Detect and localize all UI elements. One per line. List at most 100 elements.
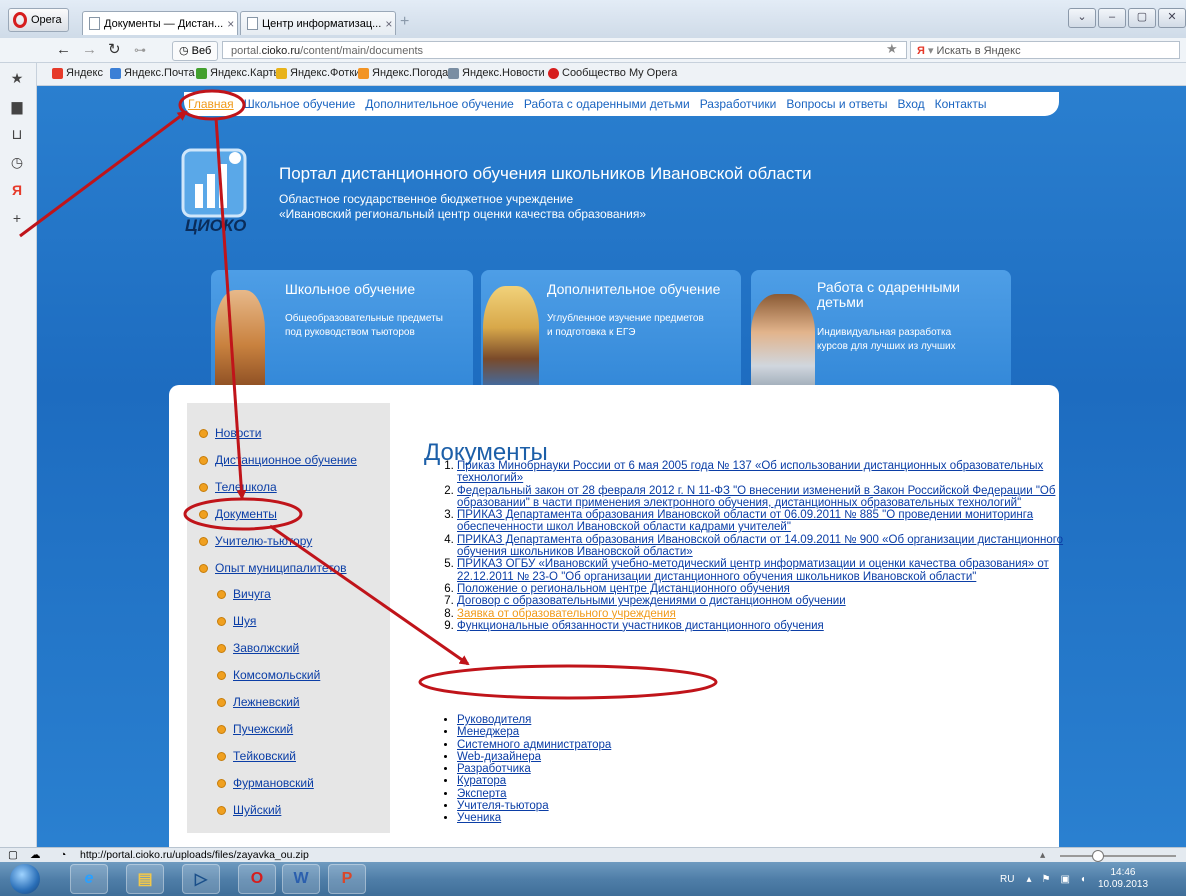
close-window-button[interactable]: ✕ bbox=[1158, 8, 1186, 28]
downloads-icon[interactable]: ⊔ bbox=[8, 125, 26, 143]
bookmarks-star-icon[interactable]: ★ bbox=[8, 69, 26, 87]
ie-taskbar-icon[interactable]: e bbox=[70, 864, 108, 894]
menu-faq-link[interactable]: Вопросы и ответы bbox=[786, 97, 887, 111]
document-link[interactable]: Федеральный закон от 28 февраля 2012 г. … bbox=[457, 485, 1055, 509]
nav-link[interactable]: Комсомольский bbox=[233, 668, 320, 682]
tab-cioko[interactable]: Центр информатизац... × bbox=[240, 11, 396, 35]
document-link[interactable]: ПРИКАЗ ОГБУ «Ивановский учебно-методичес… bbox=[457, 558, 1049, 582]
nav-item-news[interactable]: Новости bbox=[199, 426, 261, 440]
bookmark-yandex-photos[interactable]: Яндекс.Фотки bbox=[276, 67, 360, 79]
role-link[interactable]: Менеджера bbox=[457, 726, 519, 738]
nav-subitem[interactable]: Тейковский bbox=[217, 749, 296, 763]
nav-link[interactable]: Учителю-тьютору bbox=[215, 534, 312, 548]
nav-link[interactable]: Дистанционное обучение bbox=[215, 453, 357, 467]
bookmark-yandex-maps[interactable]: Яндекс.Карты bbox=[196, 67, 281, 79]
bookmark-yandex-weather[interactable]: Яндекс.Погода bbox=[358, 67, 448, 79]
bookmark-yandex-mail[interactable]: Яндекс.Почта bbox=[110, 67, 195, 79]
site-info-button[interactable]: ◷ Веб bbox=[172, 41, 219, 61]
panel-toggle-icon[interactable]: ▢ bbox=[8, 848, 18, 863]
document-link[interactable]: Положение о региональном центре Дистанци… bbox=[457, 583, 790, 595]
promo-gifted[interactable]: Работа с одаренными детьми Индивидуальная… bbox=[751, 270, 1011, 390]
close-tab-icon[interactable]: × bbox=[227, 17, 234, 31]
add-panel-icon[interactable]: + bbox=[8, 209, 26, 227]
promo-school[interactable]: Школьное обучение Общеобразовательные пр… bbox=[211, 270, 473, 390]
nav-link[interactable]: Документы bbox=[215, 507, 277, 521]
menu-developers-link[interactable]: Разработчики bbox=[700, 97, 777, 111]
nav-link[interactable]: Заволжский bbox=[233, 641, 299, 655]
nav-subitem[interactable]: Шуйский bbox=[217, 803, 281, 817]
menu-additional-link[interactable]: Дополнительное обучение bbox=[365, 97, 514, 111]
opera-menu-button[interactable]: Opera bbox=[8, 8, 69, 32]
nav-item-documents[interactable]: Документы bbox=[199, 507, 277, 521]
back-arrow-icon[interactable]: ← bbox=[56, 41, 71, 59]
flag-icon[interactable]: ⚑ bbox=[1041, 874, 1050, 885]
document-link[interactable]: Приказ Минобрнауки России от 6 мая 2005 … bbox=[457, 460, 1043, 484]
start-button[interactable] bbox=[10, 864, 40, 894]
nav-link[interactable]: Лежневский bbox=[233, 695, 300, 709]
role-link[interactable]: Ученика bbox=[457, 812, 501, 824]
nav-subitem[interactable]: Заволжский bbox=[217, 641, 299, 655]
url-field[interactable]: portal.cioko.ru/content/main/documents bbox=[222, 41, 907, 59]
document-link[interactable]: ПРИКАЗ Департамента образования Ивановск… bbox=[457, 534, 1063, 558]
zoom-toggle-icon[interactable]: ▴ bbox=[1040, 848, 1045, 863]
language-indicator[interactable]: RU bbox=[1000, 874, 1014, 885]
clock[interactable]: 14:46 10.09.2013 bbox=[1098, 867, 1148, 891]
key-icon[interactable]: ⊶ bbox=[134, 41, 146, 59]
nav-subitem[interactable]: Пучежский bbox=[217, 722, 293, 736]
forward-arrow-icon[interactable]: → bbox=[82, 41, 97, 59]
volume-icon[interactable]: ◖ bbox=[1080, 874, 1086, 885]
nav-subitem[interactable]: Шуя bbox=[217, 614, 256, 628]
opera-taskbar-icon[interactable]: O bbox=[238, 864, 276, 894]
nav-subitem[interactable]: Лежневский bbox=[217, 695, 300, 709]
zoom-slider[interactable] bbox=[1060, 855, 1176, 857]
menu-home-link[interactable]: Главная bbox=[188, 97, 234, 111]
menu-gifted-link[interactable]: Работа с одаренными детьми bbox=[524, 97, 690, 111]
new-tab-button[interactable]: + bbox=[400, 14, 418, 30]
close-tab-icon[interactable]: × bbox=[385, 17, 392, 31]
role-link[interactable]: Разработчика bbox=[457, 763, 531, 775]
maximize-button[interactable]: ▢ bbox=[1128, 8, 1156, 28]
zoom-slider-handle[interactable] bbox=[1092, 850, 1104, 862]
tab-menu-button[interactable]: ⌄ bbox=[1068, 8, 1096, 28]
minimize-button[interactable]: – bbox=[1098, 8, 1126, 28]
nav-item-municipal[interactable]: Опыт муниципалитетов bbox=[199, 561, 347, 575]
nav-subitem[interactable]: Вичуга bbox=[217, 587, 271, 601]
menu-login-link[interactable]: Вход bbox=[897, 97, 924, 111]
tray-expand-icon[interactable]: ▴ bbox=[1026, 874, 1031, 885]
nav-subitem[interactable]: Фурмановский bbox=[217, 776, 314, 790]
search-field[interactable]: Я ▾ Искать в Яндекс bbox=[910, 41, 1180, 59]
document-link[interactable]: ПРИКАЗ Департамента образования Ивановск… bbox=[457, 509, 1033, 533]
speed-dial-icon[interactable]: ◔ bbox=[60, 848, 66, 863]
word-taskbar-icon[interactable]: W bbox=[282, 864, 320, 894]
nav-link[interactable]: Новости bbox=[215, 426, 261, 440]
menu-school-link[interactable]: Школьное обучение bbox=[244, 97, 356, 111]
cloud-icon[interactable]: ☁ bbox=[30, 848, 41, 863]
nav-link[interactable]: Тейковский bbox=[233, 749, 296, 763]
role-link[interactable]: Системного администратора bbox=[457, 739, 611, 751]
document-link[interactable]: Договор с образовательными учреждениями … bbox=[457, 595, 846, 607]
explorer-folder-icon[interactable]: ▤ bbox=[126, 864, 164, 894]
bookmark-yandex[interactable]: Яндекс bbox=[52, 67, 103, 79]
promo-additional[interactable]: Дополнительное обучение Углубленное изуч… bbox=[481, 270, 741, 390]
role-link[interactable]: Учителя-тьютора bbox=[457, 800, 549, 812]
history-clock-icon[interactable]: ◷ bbox=[8, 153, 26, 171]
menu-contacts-link[interactable]: Контакты bbox=[935, 97, 987, 111]
nav-link[interactable]: Фурмановский bbox=[233, 776, 314, 790]
site-logo[interactable]: ЦИОКО bbox=[175, 144, 263, 244]
document-link[interactable]: Функциональные обязанности участников ди… bbox=[457, 620, 824, 632]
powerpoint-taskbar-icon[interactable]: P bbox=[328, 864, 366, 894]
tab-documents[interactable]: Документы — Дистан... × bbox=[82, 11, 238, 35]
nav-item-teleschool[interactable]: Телешкола bbox=[199, 480, 277, 494]
nav-item-tutor[interactable]: Учителю-тьютору bbox=[199, 534, 312, 548]
role-link[interactable]: Куратора bbox=[457, 775, 506, 787]
nav-link[interactable]: Шуя bbox=[233, 614, 256, 628]
network-icon[interactable]: ▣ bbox=[1060, 874, 1069, 885]
notes-icon[interactable]: ▆ bbox=[8, 97, 26, 115]
nav-subitem[interactable]: Комсомольский bbox=[217, 668, 320, 682]
role-link[interactable]: Эксперта bbox=[457, 788, 506, 800]
role-link[interactable]: Руководителя bbox=[457, 714, 531, 726]
nav-link[interactable]: Пучежский bbox=[233, 722, 293, 736]
nav-link[interactable]: Опыт муниципалитетов bbox=[215, 561, 347, 575]
nav-link[interactable]: Шуйский bbox=[233, 803, 281, 817]
nav-item-distance[interactable]: Дистанционное обучение bbox=[199, 453, 357, 467]
